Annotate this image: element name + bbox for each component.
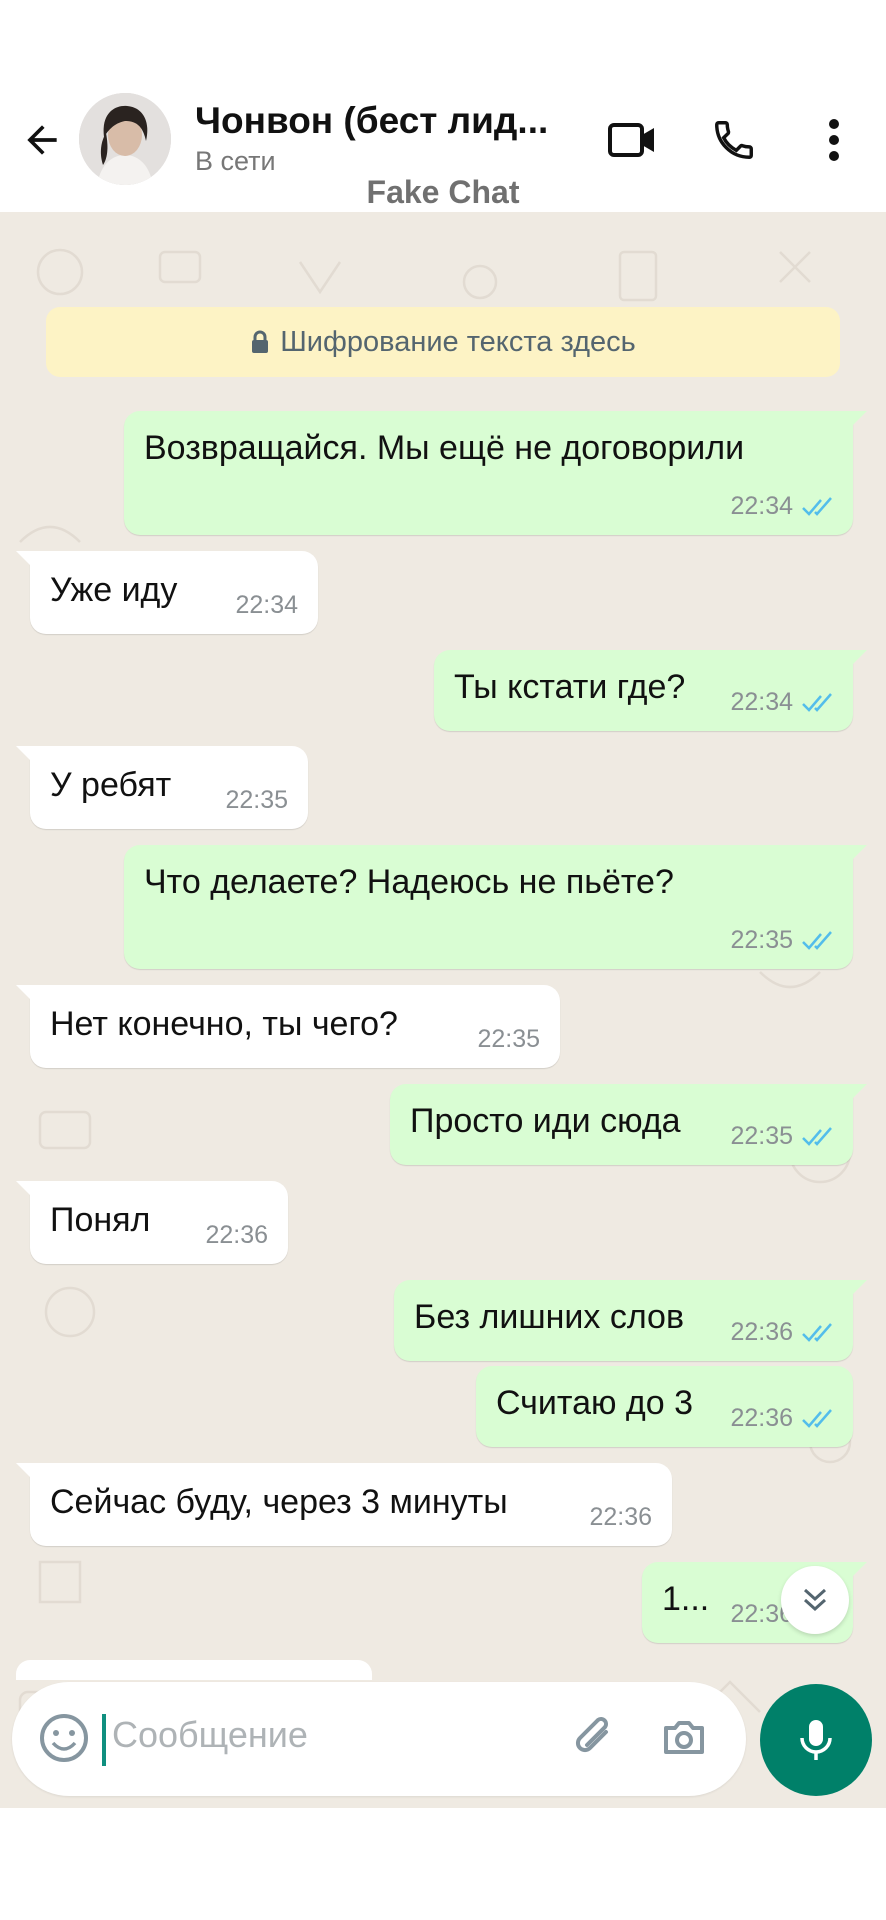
message-incoming[interactable]: Сейчас буду, через 3 минуты 22:36: [16, 1463, 672, 1546]
message-text: Что делаете? Надеюсь не пьёте?: [144, 863, 674, 901]
chat-header: Чонвон (бест лид... В сети Fake Chat: [0, 0, 886, 212]
message-outgoing[interactable]: Возвращайся. Мы ещё не договорили 22:34: [124, 411, 867, 535]
message-composer: Сообщение: [12, 1682, 746, 1796]
lock-icon: [250, 330, 270, 354]
message-text: Ты кстати где?: [454, 668, 686, 706]
contact-name[interactable]: Чонвон (бест лид...: [195, 100, 555, 142]
message-text: Понял: [50, 1201, 151, 1239]
video-call-button[interactable]: [600, 112, 664, 168]
message-text: Сейчас буду, через 3 минуты: [50, 1483, 508, 1521]
message-incoming[interactable]: Понял 22:36: [16, 1181, 288, 1264]
message-time: 22:36: [730, 1404, 793, 1432]
message-time: 22:34: [730, 492, 793, 520]
message-text: 1...: [662, 1580, 710, 1618]
presence-status: В сети: [195, 146, 276, 176]
message-outgoing[interactable]: Что делаете? Надеюсь не пьёте? 22:35: [124, 845, 867, 969]
message-outgoing[interactable]: Просто иди сюда 22:35: [390, 1084, 867, 1165]
emoji-icon: [40, 1714, 88, 1762]
avatar[interactable]: [79, 93, 171, 185]
message-text: Уже иду: [50, 571, 178, 609]
message-incoming[interactable]: Уже иду 22:34: [16, 551, 318, 634]
message-incoming[interactable]: У ребят 22:35: [16, 746, 308, 829]
message-time: 22:35: [730, 1122, 793, 1150]
message-time: 22:36: [730, 1318, 793, 1346]
arrow-left-icon: [27, 125, 57, 155]
read-ticks-icon: [801, 930, 837, 952]
phone-icon: [715, 121, 753, 159]
attach-button[interactable]: [566, 1710, 622, 1771]
partial-incoming-message: [16, 1660, 372, 1680]
video-camera-icon: [608, 123, 654, 157]
message-text: Без лишних слов: [414, 1298, 685, 1336]
read-ticks-icon: [801, 692, 837, 714]
message-text: У ребят: [50, 766, 172, 804]
bottom-spacer: [0, 1808, 886, 1920]
message-text: Просто иди сюда: [410, 1102, 681, 1140]
camera-icon: [664, 1721, 704, 1754]
voice-call-button[interactable]: [702, 112, 766, 168]
more-options-button[interactable]: [802, 112, 866, 168]
message-time: 22:34: [235, 591, 298, 619]
message-text: Считаю до 3: [496, 1384, 694, 1422]
app-watermark: Fake Chat: [366, 174, 520, 210]
double-chevron-down-icon: [803, 1588, 827, 1612]
paperclip-icon: [575, 1717, 608, 1753]
scroll-to-bottom-button[interactable]: [781, 1566, 849, 1634]
message-outgoing[interactable]: Без лишних слов 22:36: [394, 1280, 867, 1361]
message-text: Нет конечно, ты чего?: [50, 1005, 398, 1043]
microphone-icon: [800, 1720, 832, 1760]
read-ticks-icon: [801, 496, 837, 518]
text-caret: [102, 1714, 106, 1766]
message-incoming[interactable]: Нет конечно, ты чего? 22:35: [16, 985, 560, 1068]
message-text: Возвращайся. Мы ещё не договорили: [144, 429, 745, 467]
message-outgoing[interactable]: Ты кстати где? 22:34: [434, 650, 867, 731]
message-time: 22:35: [730, 926, 793, 954]
read-ticks-icon: [801, 1408, 837, 1430]
emoji-button[interactable]: [38, 1712, 90, 1769]
read-ticks-icon: [801, 1322, 837, 1344]
message-time: 22:36: [589, 1503, 652, 1531]
more-vertical-icon: [829, 119, 839, 161]
camera-button[interactable]: [658, 1712, 710, 1769]
message-input[interactable]: Сообщение: [112, 1714, 308, 1756]
encryption-notice[interactable]: Шифрование текста здесь: [46, 307, 840, 377]
message-time: 22:35: [477, 1025, 540, 1053]
message-outgoing[interactable]: Считаю до 3 22:36: [476, 1366, 853, 1447]
message-time: 22:36: [205, 1221, 268, 1249]
message-time: 22:35: [225, 786, 288, 814]
voice-record-button[interactable]: [760, 1684, 872, 1796]
back-button[interactable]: [14, 112, 70, 168]
encryption-notice-text: Шифрование текста здесь: [280, 325, 636, 358]
read-ticks-icon: [801, 1126, 837, 1148]
message-time: 22:34: [730, 688, 793, 716]
